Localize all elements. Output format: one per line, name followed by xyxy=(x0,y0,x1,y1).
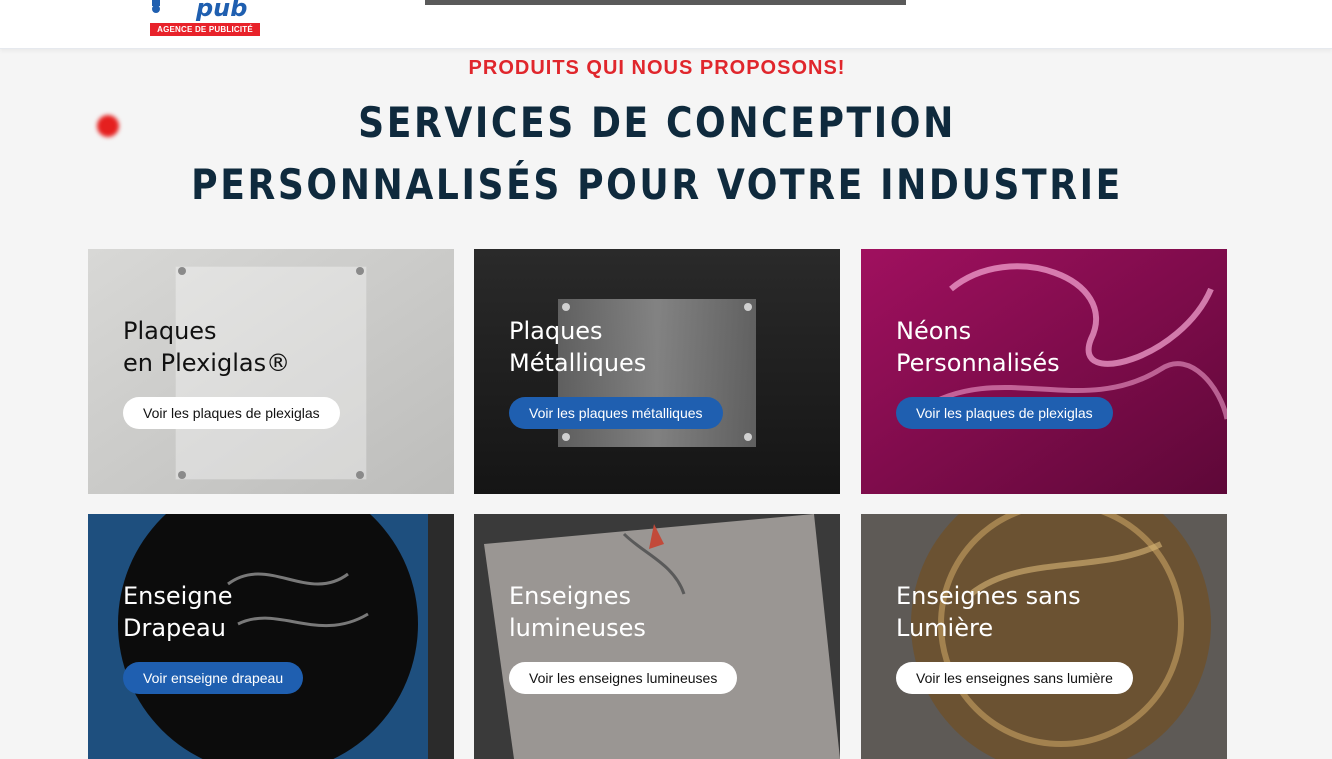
search-bar[interactable] xyxy=(425,0,906,5)
product-card-neon[interactable]: Néons Personnalisés Voir les plaques de … xyxy=(861,249,1227,494)
logo-mark-icon: pub xyxy=(152,0,247,22)
card-title: Enseigne Drapeau xyxy=(123,582,233,642)
product-card-flag-sign[interactable]: Enseigne Drapeau Voir enseigne drapeau xyxy=(88,514,454,759)
product-card-illuminated-signs[interactable]: Enseignes lumineuses Voir les enseignes … xyxy=(474,514,840,759)
section-title-line-1: SERVICES DE CONCEPTION xyxy=(358,98,956,147)
section-title-line-2: PERSONNALISÉS POUR VOTRE INDUSTRIE xyxy=(191,160,1123,209)
card-title: Plaques en Plexiglas® xyxy=(123,317,291,377)
view-flag-sign-button[interactable]: Voir enseigne drapeau xyxy=(123,662,304,694)
card-title: Enseignes lumineuses xyxy=(509,582,646,642)
view-neon-button[interactable]: Voir les plaques de plexiglas xyxy=(896,397,1113,429)
logo-text: pub xyxy=(195,0,247,22)
card-title: Néons Personnalisés xyxy=(896,317,1060,377)
view-metal-plaques-button[interactable]: Voir les plaques métalliques xyxy=(509,397,723,429)
product-card-metal[interactable]: Plaques Métalliques Voir les plaques mét… xyxy=(474,249,840,494)
view-plexiglas-button[interactable]: Voir les plaques de plexiglas xyxy=(123,397,340,429)
view-illuminated-signs-button[interactable]: Voir les enseignes lumineuses xyxy=(509,662,738,694)
card-title: Plaques Métalliques xyxy=(509,317,647,377)
section-title: SERVICES DE CONCEPTION PERSONNALISÉS POU… xyxy=(92,92,1222,216)
card-title: Enseignes sans Lumière xyxy=(896,582,1081,642)
logo[interactable]: pub AGENCE DE PUBLICITÉ xyxy=(150,0,260,37)
product-card-plexiglas[interactable]: Plaques en Plexiglas® Voir les plaques d… xyxy=(88,249,454,494)
section-eyebrow: PRODUITS QUI NOUS PROPOSONS! xyxy=(468,57,846,79)
logo-tagline: AGENCE DE PUBLICITÉ xyxy=(150,23,260,36)
site-header: pub AGENCE DE PUBLICITÉ xyxy=(0,0,1332,49)
view-unlit-signs-button[interactable]: Voir les enseignes sans lumière xyxy=(896,662,1133,694)
product-card-unlit-signs[interactable]: Enseignes sans Lumière Voir les enseigne… xyxy=(861,514,1227,759)
